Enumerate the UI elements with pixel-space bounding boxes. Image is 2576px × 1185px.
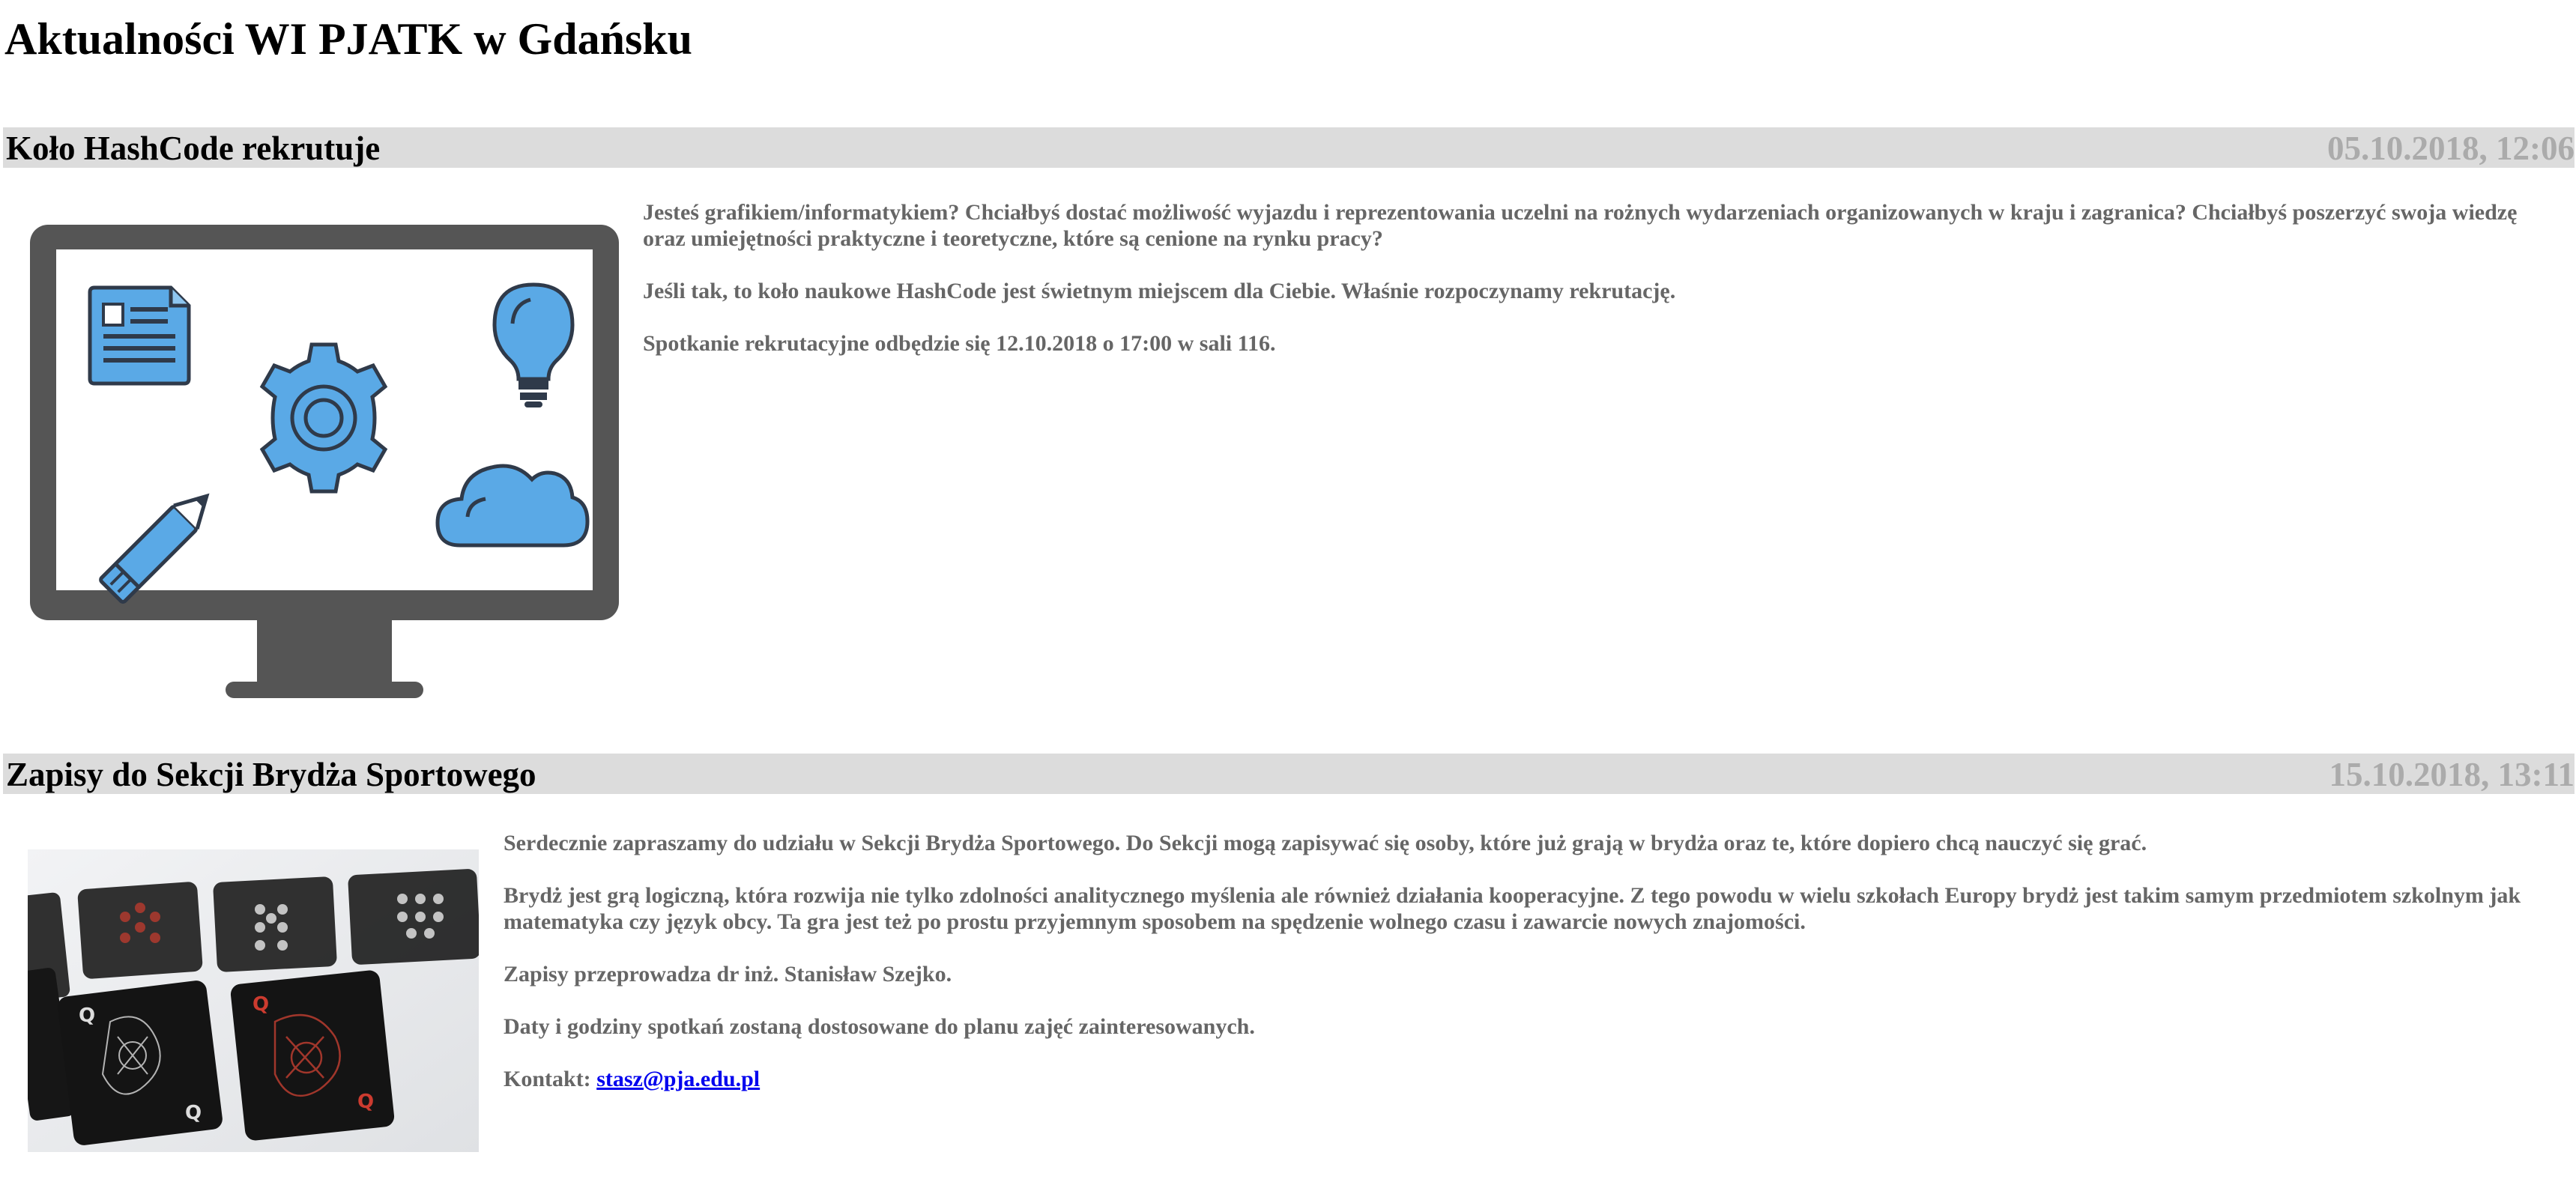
article-paragraph: Zapisy przeprowadza dr inż. Stanisław Sz… <box>504 962 952 987</box>
article-body: Serdecznie zapraszamy do udziału w Sekcj… <box>504 830 2557 1118</box>
page-title: Aktualności WI PJATK w Gdańsku <box>4 14 693 64</box>
contact-line: Kontakt: stasz@pja.edu.pl <box>504 1066 2557 1092</box>
svg-text:Q: Q <box>79 1004 95 1027</box>
article-paragraph: Spotkanie rekrutacyjne odbędzie się 12.1… <box>643 331 1276 356</box>
article-paragraph: Brydż jest grą logiczną, która rozwija n… <box>504 883 2521 934</box>
svg-text:Q: Q <box>357 1091 374 1113</box>
contact-label: Kontakt: <box>504 1067 591 1091</box>
contact-email-link[interactable]: stasz@pja.edu.pl <box>596 1067 760 1091</box>
article-date: 15.10.2018, 13:11 <box>2329 756 2575 793</box>
article-title: Koło HashCode rekrutuje <box>6 130 381 167</box>
svg-text:Q: Q <box>253 993 269 1016</box>
article-header: Zapisy do Sekcji Brydża Sportowego 15.10… <box>3 754 2575 794</box>
article-body: Jesteś grafikiem/informatykiem? Chciałby… <box>643 199 2531 383</box>
article-header: Koło HashCode rekrutuje 05.10.2018, 12:0… <box>3 127 2575 168</box>
article-paragraph: Jeśli tak, to koło naukowe HashCode jest… <box>643 279 1676 303</box>
document-icon <box>88 285 191 386</box>
article-paragraph: Serdecznie zapraszamy do udziału w Sekcj… <box>504 831 2147 855</box>
article-paragraph: Jesteś grafikiem/informatykiem? Chciałby… <box>643 200 2518 251</box>
article-title: Zapisy do Sekcji Brydża Sportowego <box>6 756 536 793</box>
article-paragraph: Daty i godziny spotkań zostaną dostosowa… <box>504 1014 1255 1039</box>
article-date: 05.10.2018, 12:06 <box>2327 130 2575 167</box>
svg-text:Q: Q <box>185 1102 202 1124</box>
gear-icon <box>259 342 388 494</box>
monitor-illustration-icon <box>28 222 620 704</box>
playing-cards-photo: Q Q Q Q <box>28 849 479 1152</box>
